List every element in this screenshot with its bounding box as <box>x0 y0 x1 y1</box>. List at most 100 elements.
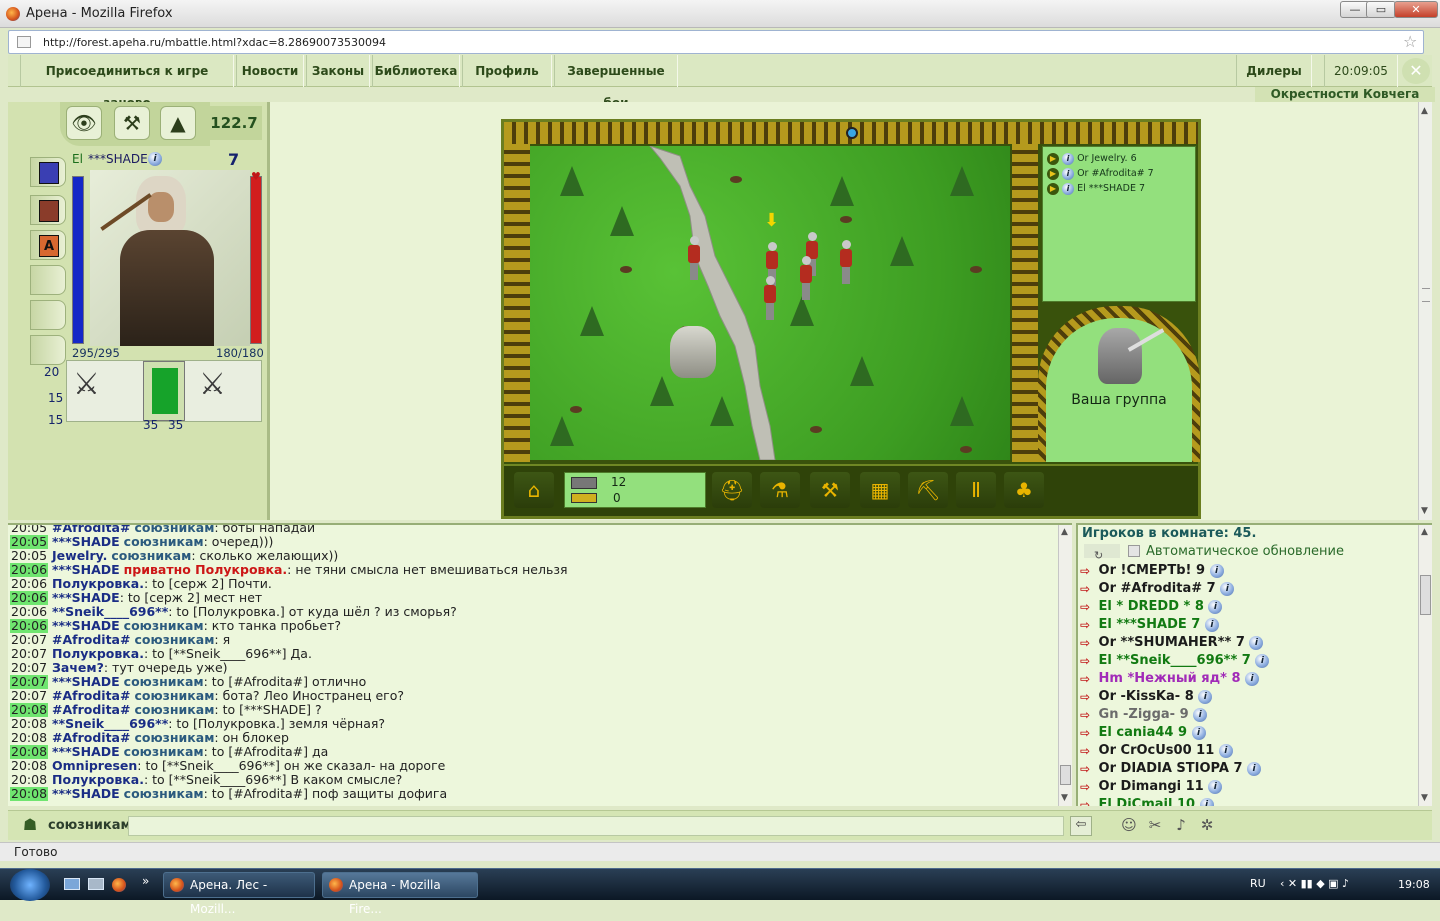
user-row[interactable]: ⇨ Or !CMEPTb! 9 i <box>1078 562 1418 580</box>
maximize-button[interactable]: ▭ <box>1366 1 1396 18</box>
potion-scroll-icon[interactable]: ⚗ <box>760 472 800 508</box>
user-arrow-icon[interactable]: ⇨ <box>1080 763 1094 775</box>
smiley-icon[interactable]: ☺ <box>1118 816 1140 836</box>
chat-nick[interactable]: Omnipresen <box>52 758 137 773</box>
forest-tree-icon[interactable]: ♣ <box>1004 472 1044 508</box>
user-info-icon[interactable]: i <box>1208 779 1223 794</box>
quicklaunch-firefox-icon[interactable] <box>112 878 126 892</box>
user-arrow-icon[interactable]: ⇨ <box>1080 781 1094 793</box>
user-arrow-icon[interactable]: ⇨ <box>1080 655 1094 667</box>
weapon-right-icon[interactable]: ⚔ <box>199 367 226 402</box>
user-info-icon[interactable]: i <box>1193 707 1208 722</box>
menu-laws[interactable]: Законы <box>306 55 370 87</box>
user-row[interactable]: ⇨ El ***SHADE 7 i <box>1078 616 1418 634</box>
chat-mode-icon[interactable]: ☗ <box>16 815 44 837</box>
user-row[interactable]: ⇨ Or **SHUMAHER** 7 i <box>1078 634 1418 652</box>
language-indicator[interactable]: RU <box>1250 877 1266 890</box>
users-scrollbar[interactable]: ▲ ▼ <box>1418 525 1432 806</box>
user-name[interactable]: CrOcUs00 <box>1116 743 1196 758</box>
user-row[interactable]: ⇨ Or #Afrodita# 7 i <box>1078 580 1418 598</box>
book-button[interactable] <box>30 195 66 225</box>
chat-nick[interactable]: #Afrodita# <box>52 632 130 647</box>
user-info-icon[interactable]: i <box>1199 797 1214 806</box>
chat-nick[interactable]: ***SHADE <box>52 618 120 633</box>
group-panel[interactable]: Ваша группа <box>1046 318 1192 462</box>
user-info-icon[interactable]: i <box>1247 761 1262 776</box>
tree-icon[interactable]: ▲ <box>160 106 196 140</box>
info-icon[interactable]: i <box>1062 152 1075 165</box>
helmet-icon[interactable]: ⛑ <box>712 472 752 508</box>
user-arrow-icon[interactable]: ⇨ <box>1080 691 1094 703</box>
build-icon[interactable]: ⚒ <box>810 472 850 508</box>
chat-nick[interactable]: #Afrodita# <box>52 688 130 703</box>
user-arrow-icon[interactable]: ⇨ <box>1080 673 1094 685</box>
tray-icons[interactable]: ‹ ✕ ▮▮ ◆ ▣ ♪ <box>1280 877 1349 890</box>
user-info-icon[interactable]: i <box>1191 725 1206 740</box>
user-row[interactable]: ⇨ El DiCmail 10 i <box>1078 796 1418 806</box>
chat-nick[interactable]: Jewelry. <box>52 548 107 563</box>
close-game-icon[interactable]: ✕ <box>1402 58 1430 84</box>
user-arrow-icon[interactable]: ⇨ <box>1080 727 1094 739</box>
user-name[interactable]: *Нежный яд* <box>1123 671 1232 686</box>
queue-arrow-icon[interactable]: ▶ <box>1047 182 1059 195</box>
user-name[interactable]: * DREDD * <box>1112 599 1195 614</box>
user-name[interactable]: #Afrodita# <box>1116 581 1207 596</box>
empty-slot-1[interactable] <box>30 265 66 295</box>
user-row[interactable]: ⇨ Or DIADIA STIOPA 7 i <box>1078 760 1418 778</box>
user-arrow-icon[interactable]: ⇨ <box>1080 745 1094 757</box>
user-info-icon[interactable]: i <box>1220 581 1235 596</box>
user-name[interactable]: -Zigga- <box>1118 707 1179 722</box>
user-name[interactable]: **SHUMAHER** <box>1116 635 1236 650</box>
user-row[interactable]: ⇨ Gn -Zigga- 9 i <box>1078 706 1418 724</box>
chat-nick[interactable]: Полукровка. <box>52 772 144 787</box>
exit-door-icon[interactable]: ⌂ <box>514 472 554 508</box>
auto-refresh-checkbox[interactable] <box>1128 545 1140 557</box>
user-info-icon[interactable]: i <box>1245 671 1260 686</box>
chat-input[interactable] <box>128 816 1064 836</box>
queue-item[interactable]: ▶ i Or Jewelry. 6 <box>1047 151 1191 166</box>
user-info-icon[interactable]: i <box>1249 635 1264 650</box>
empty-slot-2[interactable] <box>30 300 66 330</box>
start-button[interactable] <box>10 869 50 901</box>
tools-icon[interactable]: ⚒ <box>114 106 150 140</box>
settings-icon[interactable]: ✲ <box>1196 816 1218 836</box>
show-desktop-icon[interactable] <box>64 878 80 890</box>
chat-nick[interactable]: ***SHADE <box>52 786 120 801</box>
user-row[interactable]: ⇨ El **Sneik____696** 7 i <box>1078 652 1418 670</box>
user-arrow-icon[interactable]: ⇨ <box>1080 565 1094 577</box>
scissors-icon[interactable]: ✂ <box>1144 816 1166 836</box>
chat-log[interactable]: 20:05 #Afrodita# союзникам: боты нападай… <box>8 523 1072 806</box>
chat-nick[interactable]: #Afrodita# <box>52 702 130 717</box>
queue-arrow-icon[interactable]: ▶ <box>1047 152 1059 165</box>
user-arrow-icon[interactable]: ⇨ <box>1080 799 1094 807</box>
user-name[interactable]: Dimangi <box>1116 779 1186 794</box>
user-arrow-icon[interactable]: ⇨ <box>1080 601 1094 613</box>
user-name[interactable]: !CMEPTb! <box>1116 563 1196 578</box>
battle-map[interactable]: ⬇ <box>530 146 1010 460</box>
chat-nick[interactable]: ***SHADE <box>52 534 120 549</box>
chat-nick[interactable]: ***SHADE <box>52 562 120 577</box>
chat-nick[interactable]: ***SHADE <box>52 590 120 605</box>
queue-arrow-icon[interactable]: ▶ <box>1047 167 1059 180</box>
player-info-icon[interactable]: i <box>148 152 162 166</box>
page-scrollbar[interactable]: ▲ ▼ <box>1418 102 1432 520</box>
queue-item[interactable]: ▶ i El ***SHADE 7 <box>1047 181 1191 196</box>
user-row[interactable]: ⇨ Or -KissKa- 8 i <box>1078 688 1418 706</box>
pickaxe-icon[interactable]: ⛏ <box>908 472 948 508</box>
weapon-left-icon[interactable]: ⚔ <box>73 367 100 402</box>
menu-dealers[interactable]: Дилеры <box>1236 55 1312 87</box>
task-arena-firefox[interactable]: Арена - Mozilla Fire... <box>322 872 478 916</box>
chat-nick[interactable]: Полукровка. <box>52 576 144 591</box>
auto-button[interactable]: A <box>30 230 66 260</box>
eye-icon[interactable]: 👁 <box>66 106 102 140</box>
address-bar[interactable]: http://forest.apeha.ru/mbattle.html?xdac… <box>8 30 1424 54</box>
user-info-icon[interactable]: i <box>1198 689 1213 704</box>
chat-nick[interactable]: **Sneik____696** <box>52 604 168 619</box>
user-row[interactable]: ⇨ Or Dimangi 11 i <box>1078 778 1418 796</box>
quicklaunch-more-icon[interactable]: » <box>142 874 149 888</box>
user-row[interactable]: ⇨ Or CrOcUs00 11 i <box>1078 742 1418 760</box>
empty-slot-3[interactable] <box>30 335 66 365</box>
chat-nick[interactable]: ***SHADE <box>52 744 120 759</box>
switch-windows-icon[interactable] <box>88 878 104 890</box>
sound-icon[interactable]: ♪ <box>1170 816 1192 836</box>
